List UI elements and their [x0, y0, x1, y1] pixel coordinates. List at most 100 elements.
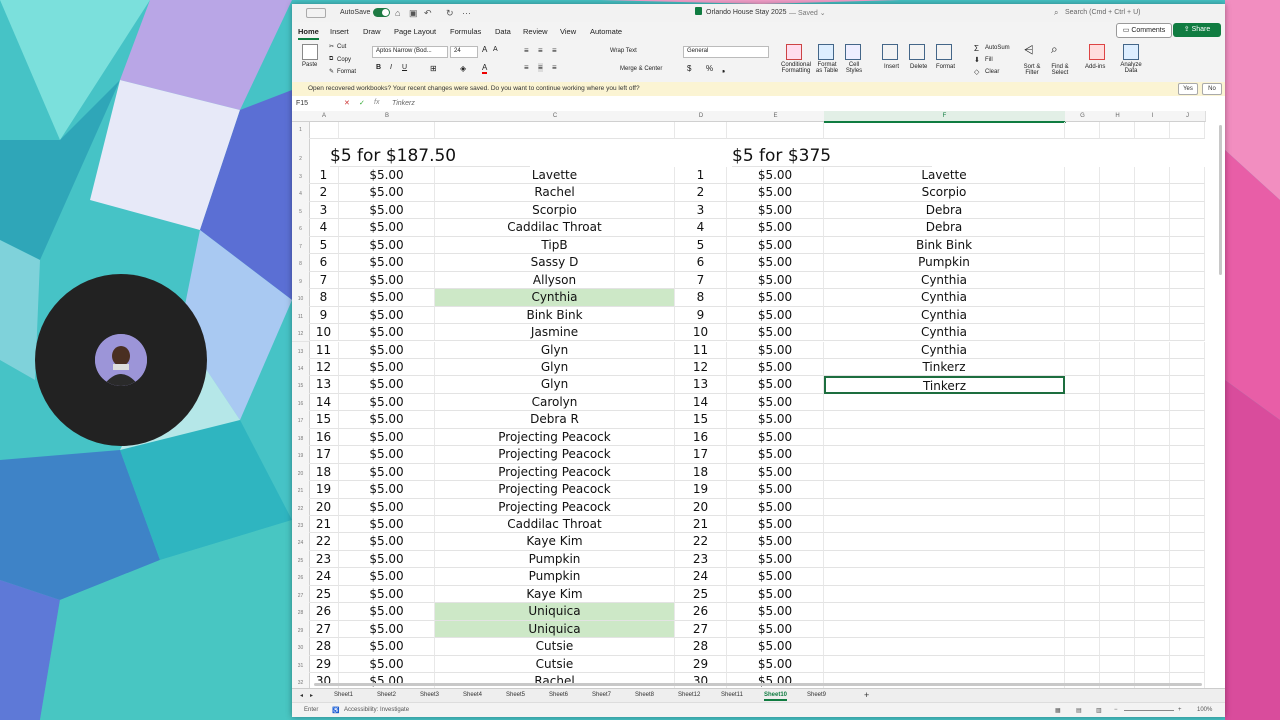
row-header[interactable]: 26	[292, 568, 310, 587]
column-header-j[interactable]: J	[1170, 111, 1206, 122]
empty-cell[interactable]	[1135, 236, 1170, 255]
tab-formulas[interactable]: Formulas	[450, 27, 481, 36]
number-cell[interactable]: 19	[675, 481, 727, 499]
align-bottom-icon[interactable]: ≡	[552, 46, 557, 55]
name-cell[interactable]	[824, 446, 1065, 464]
empty-cell[interactable]	[1100, 498, 1135, 516]
empty-cell[interactable]	[1135, 533, 1170, 551]
fill-color-icon[interactable]: ◈	[460, 64, 466, 73]
name-cell[interactable]: Rachel	[435, 184, 675, 202]
empty-cell[interactable]	[675, 122, 727, 139]
number-cell[interactable]: 27	[309, 620, 339, 639]
number-cell[interactable]: 29	[309, 655, 339, 674]
row-header[interactable]: 19	[292, 446, 310, 465]
autosave-toggle[interactable]	[373, 8, 390, 17]
empty-cell[interactable]	[1065, 306, 1100, 325]
row-header[interactable]: 11	[292, 306, 310, 326]
empty-cell[interactable]	[1135, 550, 1170, 569]
number-cell[interactable]: 16	[309, 428, 339, 447]
empty-cell[interactable]	[1100, 533, 1135, 551]
paste-icon[interactable]	[302, 44, 318, 60]
empty-cell[interactable]	[1170, 585, 1205, 604]
empty-cell[interactable]	[1135, 122, 1170, 139]
row-header[interactable]: 3	[292, 167, 310, 186]
select-all-corner[interactable]	[292, 111, 310, 122]
save-icon[interactable]: ▣	[409, 8, 418, 19]
row-header[interactable]: 31	[292, 655, 310, 675]
empty-cell[interactable]	[824, 122, 1065, 139]
number-cell[interactable]: 12	[675, 358, 727, 377]
column-header-c[interactable]: C	[435, 111, 676, 122]
empty-cell[interactable]	[1170, 516, 1205, 534]
name-cell[interactable]: Uniquica	[435, 620, 675, 639]
sort-filter-icon[interactable]: ⩤	[1024, 43, 1034, 58]
empty-cell[interactable]	[1100, 550, 1135, 569]
number-cell[interactable]: 20	[675, 498, 727, 516]
number-cell[interactable]: 5	[675, 236, 727, 255]
decrease-font-icon[interactable]: A	[493, 46, 498, 53]
name-cell[interactable]: Glyn	[435, 358, 675, 377]
empty-cell[interactable]	[1135, 568, 1170, 586]
row-header[interactable]: 5	[292, 201, 310, 221]
row-header[interactable]: 24	[292, 533, 310, 552]
price-cell[interactable]: $5.00	[339, 481, 435, 499]
name-cell[interactable]: Glyn	[435, 341, 675, 359]
accessibility-status[interactable]: Accessibility: Investigate	[344, 707, 409, 713]
empty-cell[interactable]	[1135, 498, 1170, 516]
sheet-tab-sheet7[interactable]: Sheet7	[592, 692, 611, 698]
number-cell[interactable]: 1	[675, 167, 727, 185]
row-header[interactable]: 28	[292, 603, 310, 622]
empty-cell[interactable]	[1065, 219, 1100, 237]
price-cell[interactable]: $5.00	[339, 358, 435, 377]
name-cell[interactable]: Pumpkin	[435, 550, 675, 569]
number-cell[interactable]: 9	[309, 306, 339, 325]
name-cell[interactable]: Debra	[824, 219, 1065, 237]
price-cell[interactable]: $5.00	[727, 254, 824, 272]
comments-button[interactable]: ▭ Comments	[1116, 23, 1172, 38]
row-header[interactable]: 27	[292, 585, 310, 605]
row-header[interactable]: 6	[292, 219, 310, 238]
empty-cell[interactable]	[1065, 533, 1100, 551]
number-cell[interactable]: 9	[675, 306, 727, 325]
column-header-a[interactable]: A	[309, 111, 340, 122]
font-size-select[interactable]: 24	[450, 46, 478, 58]
name-cell[interactable]: Cynthia	[824, 306, 1065, 325]
add-ins-label[interactable]: Add-ins	[1085, 64, 1105, 70]
empty-cell[interactable]	[1135, 201, 1170, 220]
name-cell[interactable]	[824, 481, 1065, 499]
zoom-slider[interactable]	[1124, 710, 1174, 711]
empty-cell[interactable]	[1135, 446, 1170, 464]
price-cell[interactable]: $5.00	[339, 498, 435, 516]
font-color-icon[interactable]: A	[482, 63, 488, 74]
empty-cell[interactable]	[1135, 603, 1170, 621]
empty-cell[interactable]	[1065, 620, 1100, 639]
empty-cell[interactable]	[1170, 341, 1205, 359]
number-cell[interactable]: 11	[309, 341, 339, 359]
recovery-yes-button[interactable]: Yes	[1178, 83, 1198, 95]
price-cell[interactable]: $5.00	[339, 603, 435, 621]
number-cell[interactable]: 22	[309, 533, 339, 551]
analyze-data-icon[interactable]	[1123, 44, 1139, 60]
number-cell[interactable]: 18	[309, 463, 339, 482]
price-cell[interactable]: $5.00	[339, 428, 435, 447]
copy-label[interactable]: Copy	[337, 57, 351, 63]
empty-cell[interactable]	[1170, 201, 1205, 220]
align-left-icon[interactable]: ≡	[524, 63, 529, 72]
price-cell[interactable]: $5.00	[339, 411, 435, 429]
price-cell[interactable]: $5.00	[339, 254, 435, 272]
row-header[interactable]: 12	[292, 324, 310, 343]
empty-cell[interactable]	[1170, 568, 1205, 586]
name-cell[interactable]: Debra	[824, 201, 1065, 220]
number-cell[interactable]: 21	[309, 516, 339, 534]
price-cell[interactable]: $5.00	[339, 219, 435, 237]
name-cell[interactable]	[824, 516, 1065, 534]
price-cell[interactable]: $5.00	[727, 568, 824, 586]
price-cell[interactable]: $5.00	[727, 167, 824, 185]
name-cell[interactable]: Tinkerz	[824, 358, 1065, 377]
name-cell[interactable]: Lavette	[824, 167, 1065, 185]
sheet-tab-sheet1[interactable]: Sheet1	[334, 692, 353, 698]
number-cell[interactable]: 2	[309, 184, 339, 202]
sheet-tab-sheet8[interactable]: Sheet8	[635, 692, 654, 698]
empty-cell[interactable]	[1170, 376, 1205, 394]
empty-cell[interactable]	[1065, 184, 1100, 202]
